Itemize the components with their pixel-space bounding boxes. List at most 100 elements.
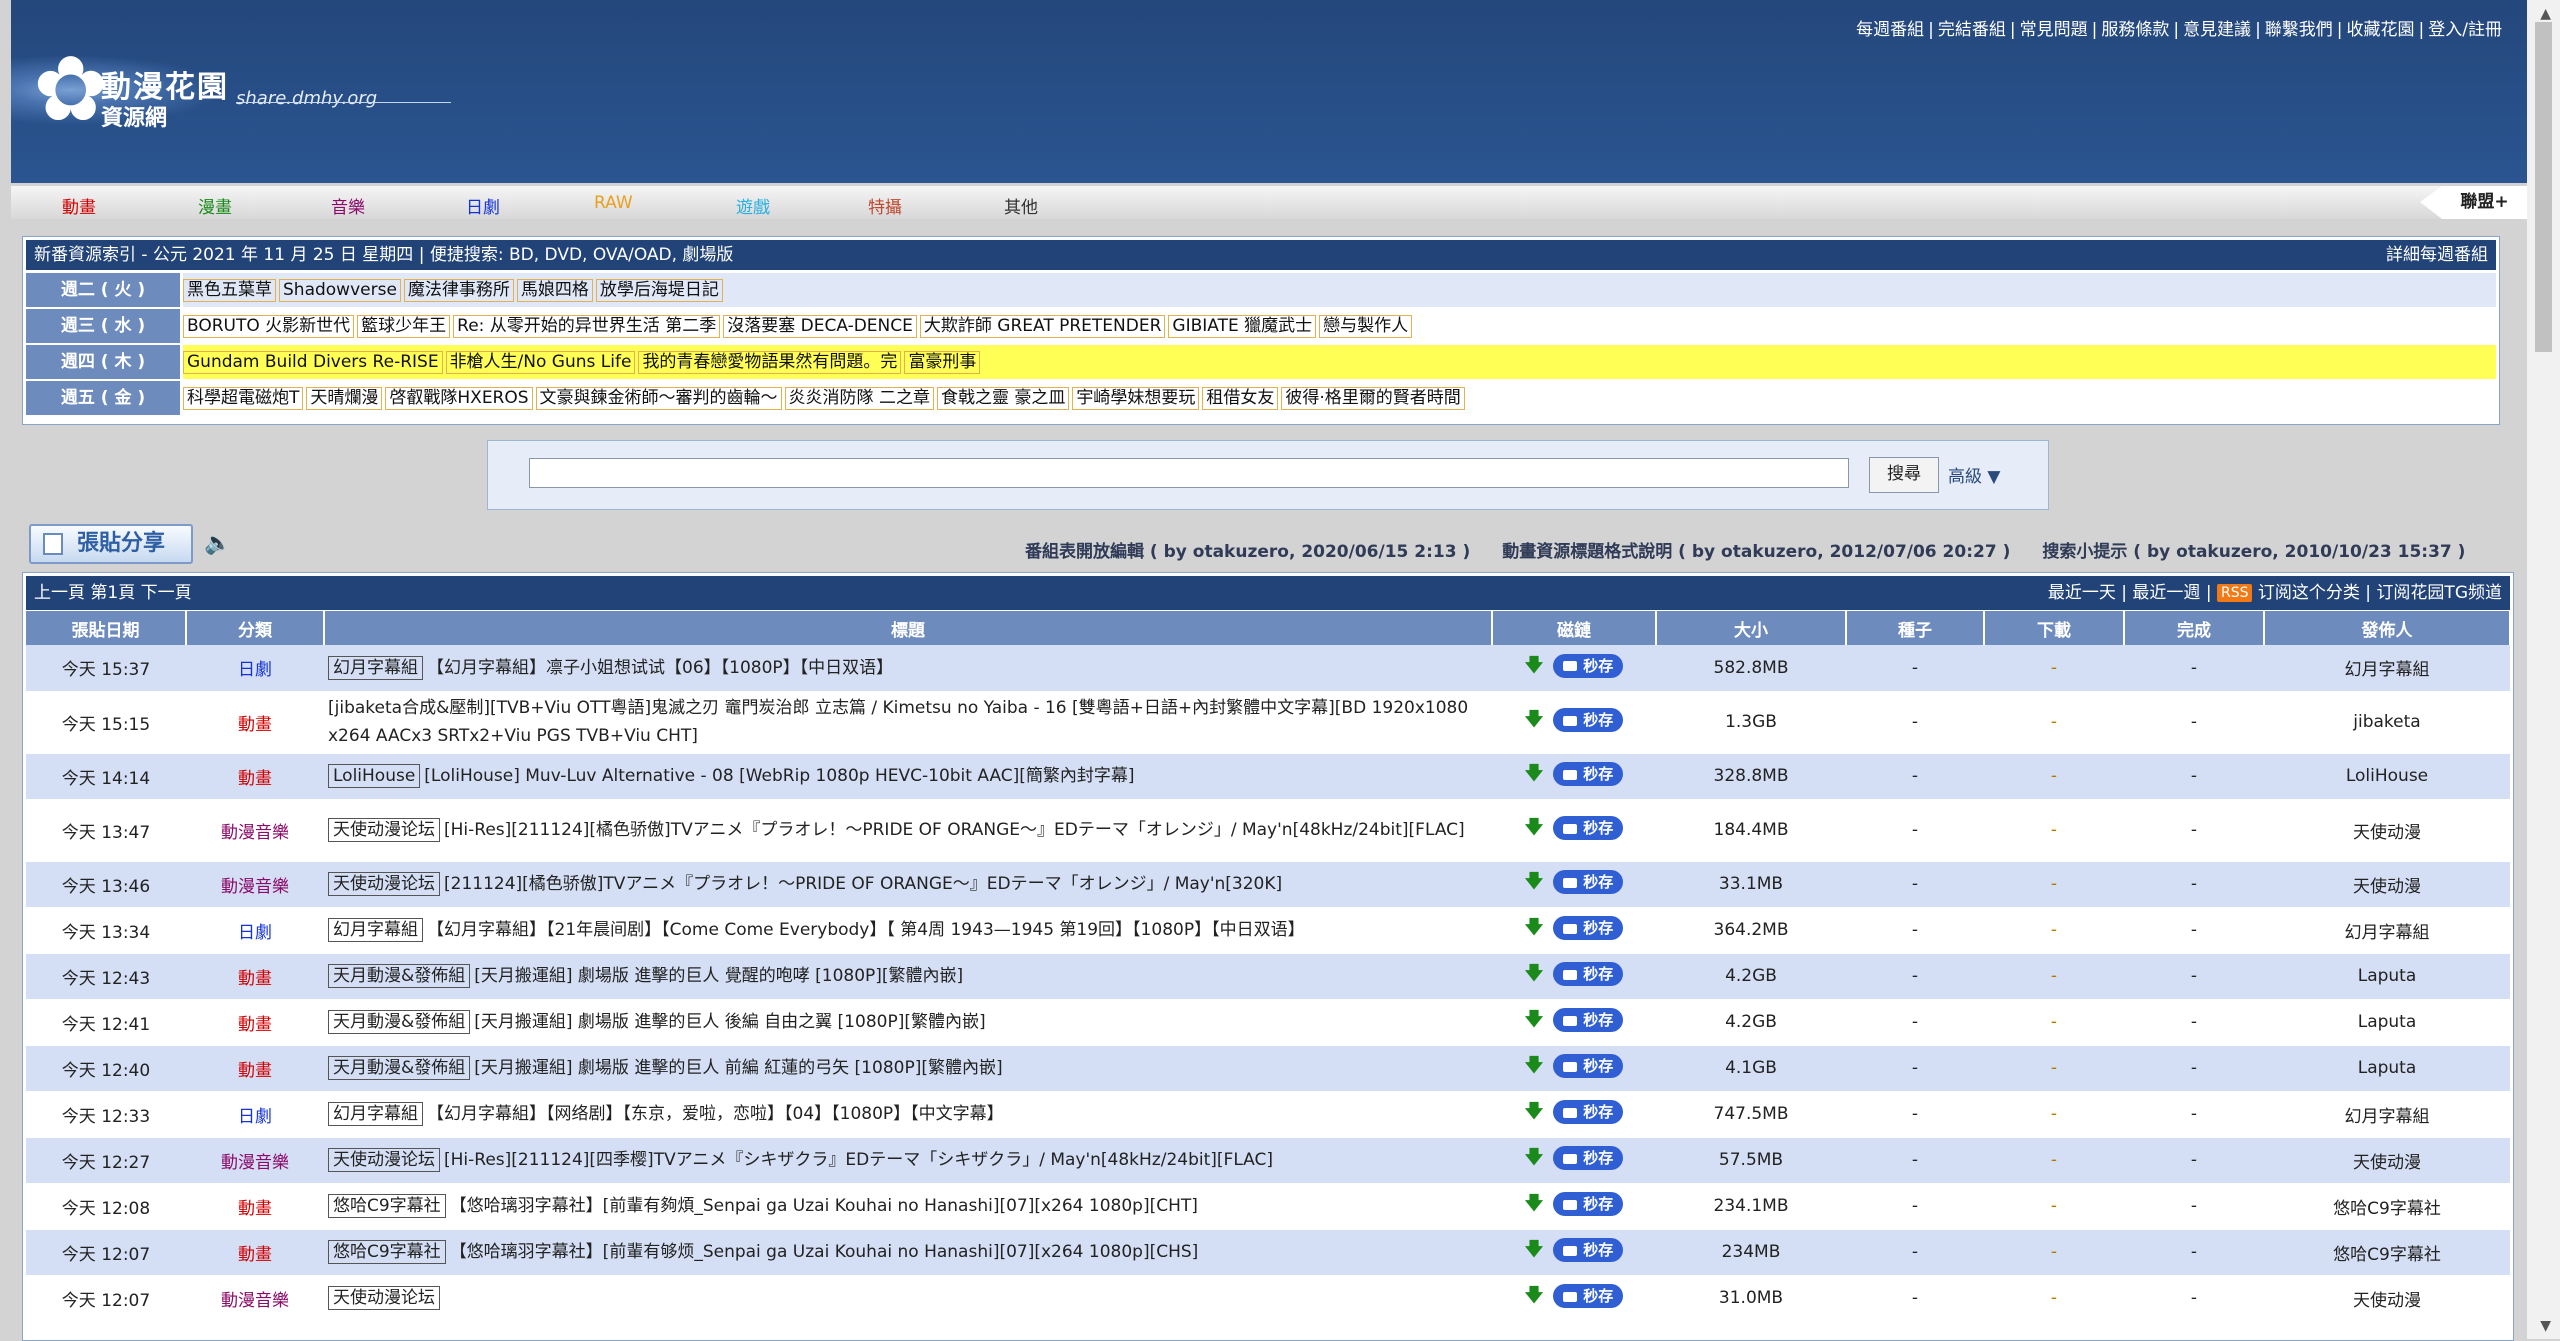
title-link[interactable]: [jibaketa合成&壓制][TVB+Viu OTT粵語]鬼滅之刃 竈門炭治郎… (328, 698, 1468, 746)
nav-item[interactable]: 遊戲 (736, 193, 770, 218)
publisher-link[interactable]: 幻月字幕組 (2264, 907, 2510, 954)
group-tag[interactable]: 天使动漫论坛 (328, 872, 440, 896)
show-tag[interactable]: Re: 从零开始的异世界生活 第二季 (453, 315, 721, 338)
download-arrow-icon[interactable]: 🡇 (1525, 1099, 1544, 1129)
show-tag[interactable]: 沒落要塞 DECA-DENCE (723, 315, 917, 338)
notice-link[interactable]: 動畫資源標題格式說明 ( by otakuzero, 2012/07/06 20… (1502, 542, 2010, 562)
group-tag[interactable]: 天使动漫论坛 (328, 1286, 440, 1310)
title-link[interactable]: 【悠哈璃羽字幕社】[前輩有够烦_Senpai ga Uzai Kouhai no… (450, 1242, 1199, 1262)
title-link[interactable]: [Hi-Res][211124][橘色骄傲]TVアニメ『プラオレ！～PRIDE … (444, 820, 1465, 840)
show-tag[interactable]: 富豪刑事 (904, 351, 981, 374)
category-link[interactable]: 動畫 (186, 1229, 324, 1276)
category-link[interactable]: 動畫 (186, 1045, 324, 1092)
show-tag[interactable]: 我的青春戀愛物語果然有問題。完 (638, 351, 902, 374)
save-button[interactable]: 秒存 (1553, 916, 1624, 940)
subscribe-link[interactable]: 订阅这个分类 (2258, 583, 2360, 603)
show-tag[interactable]: 食戟之靈 豪之皿 (936, 387, 1070, 410)
save-button[interactable]: 秒存 (1553, 1100, 1624, 1124)
search-input[interactable] (529, 458, 1849, 488)
category-link[interactable]: 動漫音樂 (186, 861, 324, 908)
title-link[interactable]: 【幻月字幕組】【网络剧】【东京，爱啦，恋啦】【04】【1080P】【中文字幕】 (427, 1104, 1004, 1124)
scroll-down-arrow-icon[interactable]: ▼ (2540, 1318, 2551, 1334)
column-header[interactable]: 下載 (1984, 611, 2125, 645)
nav-item[interactable]: 其他 (1004, 193, 1038, 218)
weekly-detail-link[interactable]: 詳細每週番組 (2386, 240, 2488, 270)
top-link[interactable]: 收藏花園 (2347, 20, 2415, 40)
group-tag[interactable]: 幻月字幕組 (328, 1102, 423, 1126)
nav-item[interactable]: 漫畫 (198, 193, 232, 218)
publisher-link[interactable]: 悠哈C9字幕社 (2264, 1183, 2510, 1230)
top-link[interactable]: 常見問題 (2020, 20, 2088, 40)
publisher-link[interactable]: 天使动漫 (2264, 1137, 2510, 1184)
save-button[interactable]: 秒存 (1553, 1146, 1624, 1170)
nav-item[interactable]: 動畫 (62, 193, 96, 218)
save-button[interactable]: 秒存 (1553, 870, 1624, 894)
save-button[interactable]: 秒存 (1553, 962, 1624, 986)
category-link[interactable]: 日劇 (186, 1091, 324, 1138)
show-tag[interactable]: 大欺詐師 GREAT PRETENDER (919, 315, 1166, 338)
save-button[interactable]: 秒存 (1553, 1192, 1624, 1216)
download-arrow-icon[interactable]: 🡇 (1525, 1191, 1544, 1221)
show-tag[interactable]: 文豪與鍊金術師～審判的齒輪～ (535, 387, 782, 410)
top-link[interactable]: 登入/註冊 (2428, 20, 2502, 40)
top-link[interactable]: 聯繫我們 (2265, 20, 2333, 40)
category-link[interactable]: 動畫 (186, 691, 324, 754)
publisher-link[interactable]: 天使动漫 (2264, 861, 2510, 908)
publisher-link[interactable]: jibaketa (2264, 691, 2510, 754)
nav-item[interactable]: 音樂 (331, 193, 365, 218)
publisher-link[interactable]: 悠哈C9字幕社 (2264, 1229, 2510, 1276)
show-tag[interactable]: 宇崎學妹想要玩 (1072, 387, 1200, 410)
title-link[interactable]: 【悠哈璃羽字幕社】[前輩有夠煩_Senpai ga Uzai Kouhai no… (450, 1196, 1198, 1216)
top-link[interactable]: 每週番組 (1856, 20, 1924, 40)
download-arrow-icon[interactable]: 🡇 (1525, 1007, 1544, 1037)
nav-item[interactable]: 日劇 (466, 193, 500, 218)
save-button[interactable]: 秒存 (1553, 1054, 1624, 1078)
save-button[interactable]: 秒存 (1553, 1284, 1624, 1308)
show-tag[interactable]: 啓叡戰隊HXEROS (385, 387, 533, 410)
save-button[interactable]: 秒存 (1553, 653, 1624, 678)
title-link[interactable]: [211124][橘色骄傲]TVアニメ『プラオレ！～PRIDE OF ORANG… (444, 874, 1282, 894)
show-tag[interactable]: BORUTO 火影新世代 (183, 315, 355, 338)
tg-link[interactable]: 订阅花园TG频道 (2376, 583, 2502, 603)
group-tag[interactable]: 天月動漫&發佈組 (328, 1010, 471, 1034)
group-tag[interactable]: 天月動漫&發佈組 (328, 964, 471, 988)
save-button[interactable]: 秒存 (1553, 708, 1624, 732)
download-arrow-icon[interactable]: 🡇 (1525, 1283, 1544, 1313)
download-arrow-icon[interactable]: 🡇 (1525, 815, 1544, 845)
group-tag[interactable]: 幻月字幕組 (328, 918, 423, 942)
show-tag[interactable]: 戀与製作人 (1319, 315, 1413, 338)
publisher-link[interactable]: 天使动漫 (2264, 799, 2510, 862)
alliance-menu[interactable]: 聯盟+ (2420, 186, 2527, 219)
advanced-search-toggle[interactable]: 高級 ▼ (1948, 462, 2000, 487)
show-tag[interactable]: GIBIATE 獵魔武士 (1168, 315, 1317, 338)
pager[interactable]: 上一頁 第1頁 下一頁 (34, 576, 192, 610)
title-link[interactable]: [天月搬運組] 劇場版 進擊的巨人 覺醒的咆哮 [1080P][繁體內嵌] (474, 966, 963, 986)
column-header[interactable]: 發佈人 (2264, 611, 2511, 645)
title-link[interactable]: [天月搬運組] 劇場版 進擊的巨人 前編 紅蓮的弓矢 [1080P][繁體內嵌] (474, 1058, 1002, 1078)
group-tag[interactable]: LoliHouse (328, 764, 421, 788)
show-tag[interactable]: 非槍人生/No Guns Life (445, 351, 636, 374)
scroll-up-arrow-icon[interactable]: ▲ (2540, 6, 2551, 22)
save-button[interactable]: 秒存 (1553, 1008, 1624, 1032)
scrollbar[interactable]: ▲ ▼ (2527, 0, 2560, 1339)
column-header[interactable]: 標題 (324, 611, 1493, 645)
publisher-link[interactable]: Laputa (2264, 953, 2510, 1000)
show-tag[interactable]: 租借女友 (1202, 387, 1279, 410)
show-tag[interactable]: 馬娘四格 (516, 279, 593, 302)
category-link[interactable]: 動漫音樂 (186, 1137, 324, 1184)
column-header[interactable]: 張貼日期 (26, 611, 187, 645)
group-tag[interactable]: 天使动漫论坛 (328, 1148, 440, 1172)
column-header[interactable]: 大小 (1656, 611, 1847, 645)
top-link[interactable]: 完結番組 (1938, 20, 2006, 40)
last-day-link[interactable]: 最近一天 (2048, 583, 2116, 603)
category-link[interactable]: 動漫音樂 (186, 799, 324, 862)
top-link[interactable]: 服務條款 (2101, 20, 2169, 40)
group-tag[interactable]: 悠哈C9字幕社 (328, 1194, 446, 1218)
title-link[interactable]: [LoliHouse] Muv-Luv Alternative - 08 [We… (424, 766, 1134, 786)
group-tag[interactable]: 天月動漫&發佈組 (328, 1056, 471, 1080)
title-link[interactable]: 【幻月字幕組】【21年晨间剧】【Come Come Everybody】【 第4… (427, 920, 1305, 940)
scrollbar-thumb[interactable] (2535, 22, 2552, 352)
download-arrow-icon[interactable]: 🡇 (1525, 961, 1544, 991)
show-tag[interactable]: 籃球少年王 (357, 315, 451, 338)
site-logo[interactable]: ✿ 動漫花園 資源網 share.dmhy.org (11, 0, 471, 183)
